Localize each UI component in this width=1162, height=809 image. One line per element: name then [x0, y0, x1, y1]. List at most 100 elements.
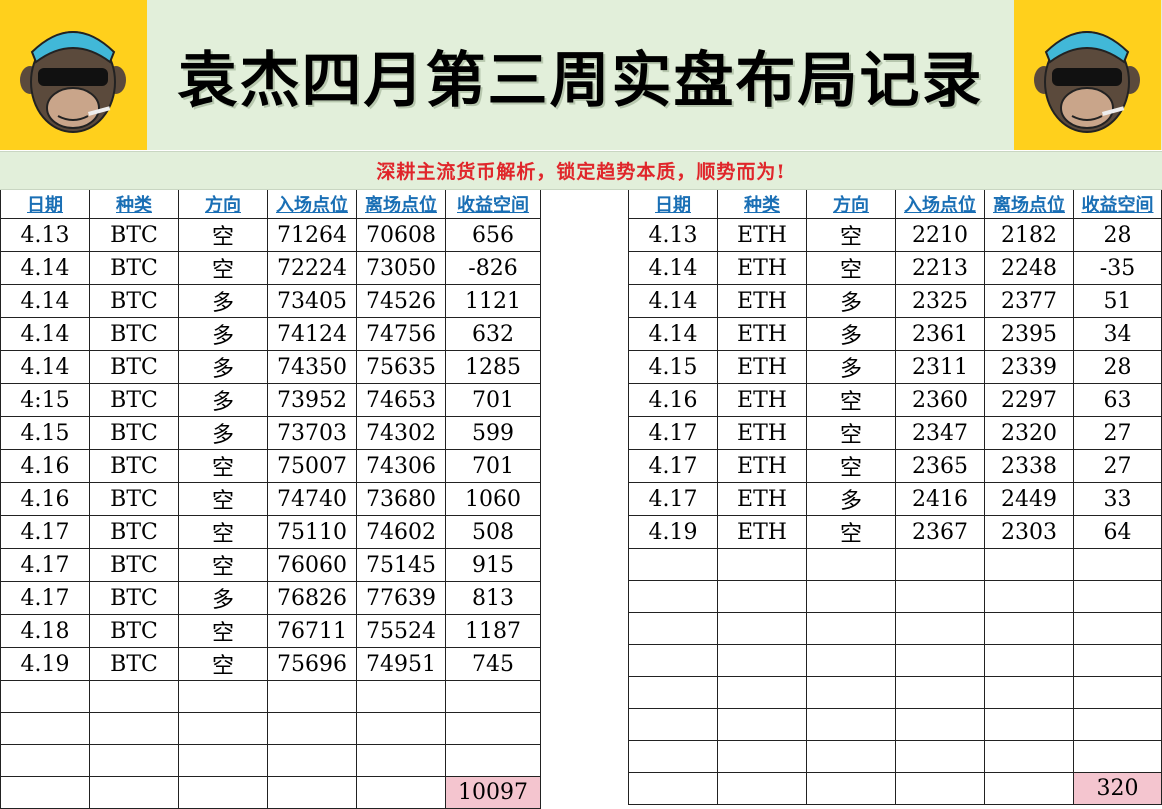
cell-exit — [984, 740, 1074, 773]
eth-header-row: 日期 种类 方向 入场点位 离场点位 收益空间 — [628, 190, 1162, 219]
cell-exit — [356, 776, 446, 809]
cell-profit: 701 — [445, 449, 541, 483]
cell-entry — [895, 580, 985, 613]
subtitle: 深耕主流货币解析，锁定趋势本质，顺势而为! — [376, 161, 786, 183]
cell-exit — [984, 644, 1074, 677]
cell-dir: 多 — [806, 482, 896, 516]
cell-entry: 73703 — [267, 416, 357, 450]
cell-date: 4.14 — [0, 317, 90, 351]
cell-profit — [1073, 644, 1162, 677]
table-row: 4.14 BTC 多 73405 74526 1121 — [0, 284, 541, 318]
cell-profit: 34 — [1073, 317, 1162, 351]
cell-dir: 空 — [178, 218, 268, 252]
cell-type — [89, 744, 179, 777]
header-exit: 离场点位 — [356, 190, 446, 219]
eth-total: 320 — [1073, 772, 1162, 805]
cell-type: BTC — [89, 350, 179, 384]
cell-dir — [178, 776, 268, 809]
cell-entry: 76060 — [267, 548, 357, 582]
cell-type: ETH — [717, 515, 807, 549]
cell-dir: 空 — [806, 218, 896, 252]
cell-date: 4.19 — [0, 647, 90, 681]
cell-date — [628, 772, 718, 805]
cell-type — [717, 612, 807, 645]
header-type: 种类 — [717, 190, 807, 219]
table-row: 4.14 ETH 空 2213 2248 -35 — [628, 251, 1162, 285]
cell-profit — [445, 680, 541, 713]
cell-date — [628, 612, 718, 645]
cell-entry: 74350 — [267, 350, 357, 384]
cell-entry — [267, 776, 357, 809]
cell-exit: 2248 — [984, 251, 1074, 285]
cell-dir: 空 — [806, 449, 896, 483]
cell-profit: -35 — [1073, 251, 1162, 285]
cell-profit: 1121 — [445, 284, 541, 318]
table-row: 4.17 ETH 空 2365 2338 27 — [628, 449, 1162, 483]
cell-exit: 74302 — [356, 416, 446, 450]
cell-type: BTC — [89, 416, 179, 450]
cell-type — [89, 712, 179, 745]
cell-dir: 空 — [178, 647, 268, 681]
cell-type — [717, 708, 807, 741]
cell-type: BTC — [89, 218, 179, 252]
cell-date: 4.14 — [628, 251, 718, 285]
cell-profit: 1285 — [445, 350, 541, 384]
cell-type — [89, 680, 179, 713]
table-row — [628, 580, 1162, 613]
cell-date — [628, 676, 718, 709]
table-row — [628, 644, 1162, 677]
table-row: 4.14 BTC 多 74350 75635 1285 — [0, 350, 541, 384]
cell-entry: 2347 — [895, 416, 985, 450]
eth-table: 日期 种类 方向 入场点位 离场点位 收益空间 4.13 ETH 空 2210 2182… — [628, 190, 1162, 805]
cell-exit: 2449 — [984, 482, 1074, 516]
cell-date: 4.19 — [628, 515, 718, 549]
cell-dir — [806, 580, 896, 613]
cell-date: 4.13 — [628, 218, 718, 252]
cell-entry — [895, 676, 985, 709]
cell-entry: 74740 — [267, 482, 357, 516]
cell-profit: 33 — [1073, 482, 1162, 516]
cell-entry: 76826 — [267, 581, 357, 615]
cell-profit — [1073, 740, 1162, 773]
cell-type: ETH — [717, 317, 807, 351]
cell-profit — [1073, 548, 1162, 581]
table-row: 4.15 ETH 多 2311 2339 28 — [628, 350, 1162, 384]
cell-type: BTC — [89, 548, 179, 582]
cell-entry: 2311 — [895, 350, 985, 384]
cell-dir: 多 — [178, 383, 268, 417]
cell-exit — [984, 548, 1074, 581]
cell-entry: 71264 — [267, 218, 357, 252]
cell-exit — [356, 680, 446, 713]
cell-date — [628, 548, 718, 581]
cell-exit — [356, 712, 446, 745]
cell-type: BTC — [89, 515, 179, 549]
table-row — [0, 712, 541, 745]
cell-dir: 空 — [178, 548, 268, 582]
cell-date — [0, 744, 90, 777]
cell-dir — [806, 644, 896, 677]
header-direction: 方向 — [178, 190, 268, 219]
right-logo — [1014, 0, 1161, 150]
table-row: 4.17 BTC 多 76826 77639 813 — [0, 581, 541, 615]
table-row — [0, 744, 541, 777]
cell-profit: 28 — [1073, 218, 1162, 252]
header-date: 日期 — [628, 190, 718, 219]
cell-entry — [895, 708, 985, 741]
cell-exit: 73680 — [356, 482, 446, 516]
cell-type — [89, 776, 179, 809]
cell-entry: 76711 — [267, 614, 357, 648]
cell-exit: 74602 — [356, 515, 446, 549]
cell-dir — [806, 772, 896, 805]
cell-entry — [895, 772, 985, 805]
cell-date: 4.18 — [0, 614, 90, 648]
cell-exit: 2377 — [984, 284, 1074, 318]
cell-entry: 2367 — [895, 515, 985, 549]
table-row — [628, 676, 1162, 709]
cell-profit: 599 — [445, 416, 541, 450]
cell-date — [628, 708, 718, 741]
page-title: 袁杰四月第三周实盘布局记录 — [177, 45, 984, 116]
cell-exit: 2320 — [984, 416, 1074, 450]
cell-dir: 多 — [178, 581, 268, 615]
cell-date: 4.14 — [628, 317, 718, 351]
table-row: 4.15 BTC 多 73703 74302 599 — [0, 416, 541, 450]
